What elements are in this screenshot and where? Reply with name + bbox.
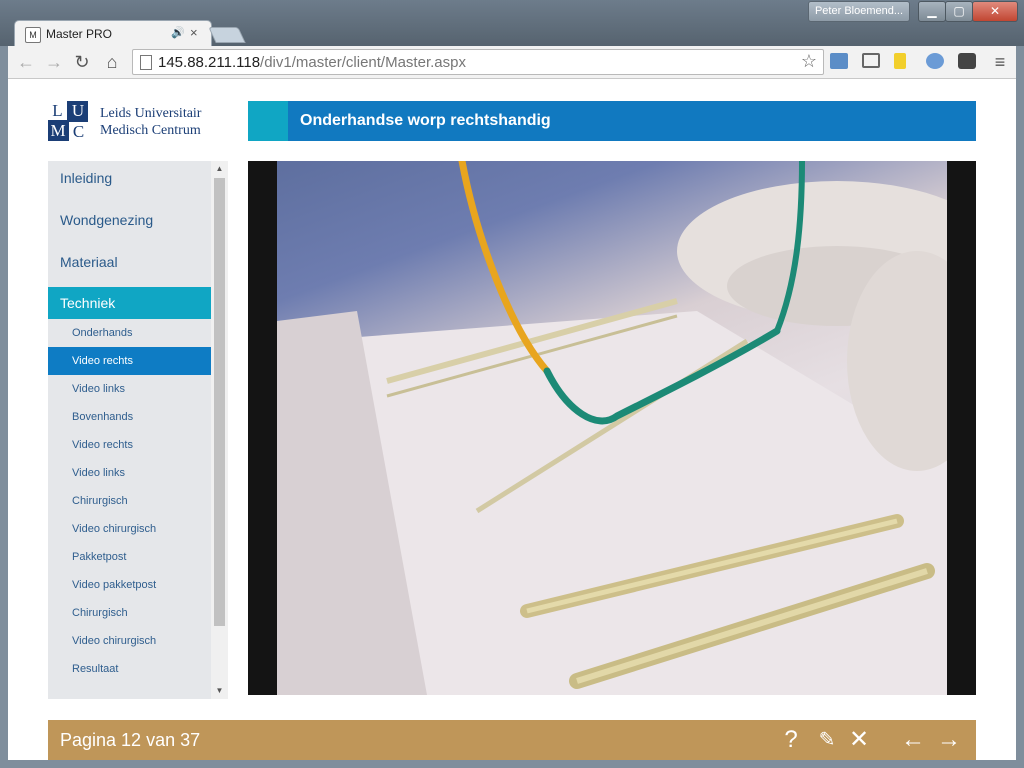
scroll-up-icon[interactable]: ▲ [211, 161, 228, 177]
pocket-icon[interactable] [958, 53, 976, 69]
minimize-button[interactable]: ▁ [918, 1, 946, 22]
video-frame [277, 161, 947, 695]
address-bar[interactable]: 145.88.211.118/div1/master/client/Master… [132, 49, 824, 75]
browser-toolbar: ← → ↻ ⌂ 145.88.211.118/div1/master/clien… [8, 46, 1016, 79]
cast-icon[interactable] [862, 53, 880, 68]
page-icon [140, 55, 152, 70]
help-icon[interactable]: ? [778, 726, 804, 754]
logo-text: Leids Universitair Medisch Centrum [100, 106, 202, 138]
home-button[interactable]: ⌂ [102, 52, 122, 72]
speaker-icon[interactable]: 🔊 [171, 26, 185, 39]
sidebar-subitem[interactable]: Chirurgisch [48, 487, 211, 515]
forward-button[interactable]: → [44, 52, 64, 72]
sidebar-subitem-active[interactable]: Video rechts [48, 347, 211, 375]
sidebar-item-techniek[interactable]: Techniek [48, 287, 211, 319]
sidebar-item-wondgenezing[interactable]: Wondgenezing [48, 203, 211, 245]
arrow-right-icon[interactable]: → [934, 726, 964, 754]
sidebar-subitem[interactable]: Pakketpost [48, 543, 211, 571]
back-button[interactable]: ← [16, 52, 36, 72]
sidebar-subitem[interactable]: Resultaat [48, 655, 211, 683]
sidebar-subitem[interactable]: Video chirurgisch [48, 515, 211, 543]
extension-note-icon[interactable] [894, 53, 906, 69]
window-border-left [0, 46, 8, 768]
new-tab-button[interactable] [208, 27, 246, 43]
bookmark-star-icon[interactable]: ☆ [801, 51, 817, 72]
video-player[interactable] [248, 161, 976, 695]
tab-close-button[interactable]: × [190, 25, 198, 40]
footer-bar: Pagina 12 van 37 ? ✎ ✕ ← → [48, 720, 976, 760]
window-border-bottom [0, 760, 1024, 768]
page-counter: Pagina 12 van 37 [60, 730, 201, 750]
window-border-right [1016, 46, 1024, 768]
url-text[interactable]: 145.88.211.118/div1/master/client/Master… [158, 54, 466, 71]
title-accent [248, 101, 288, 141]
sidebar-subitem[interactable]: Video pakketpost [48, 571, 211, 599]
close-window-button[interactable]: ✕ [972, 1, 1018, 22]
sidebar-subitem[interactable]: Video chirurgisch [48, 627, 211, 655]
close-icon[interactable]: ✕ [846, 726, 872, 754]
scroll-thumb[interactable] [214, 178, 225, 626]
sidebar-subitem[interactable]: Chirurgisch [48, 599, 211, 627]
sidebar-nav: Inleiding Wondgenezing Materiaal Technie… [48, 161, 211, 699]
sidebar-subitem[interactable]: Video rechts [48, 431, 211, 459]
sidebar-item-inleiding[interactable]: Inleiding [48, 161, 211, 203]
menu-icon[interactable]: ≡ [990, 52, 1010, 72]
sidebar-scrollbar[interactable]: ▲ ▼ [211, 161, 228, 699]
window-titlebar: M Master PRO 🔊 × Peter Bloemend... ▁ ▢ ✕ [0, 0, 1024, 49]
extension-globe-icon[interactable] [926, 53, 944, 69]
tab-title: Master PRO [46, 27, 113, 41]
logo-mark: L U M C [48, 101, 88, 141]
sidebar-subitem[interactable]: Video links [48, 459, 211, 487]
extension-window-icon[interactable] [830, 53, 848, 69]
video-still-image [277, 161, 947, 695]
favicon-icon: M [25, 27, 41, 43]
page-title-bar: Onderhandse worp rechtshandig [248, 101, 976, 141]
browser-tab[interactable]: M Master PRO 🔊 × [14, 20, 212, 49]
profile-button[interactable]: Peter Bloemend... [808, 1, 910, 22]
page-title: Onderhandse worp rechtshandig [300, 112, 551, 129]
page-content: L U M C Leids Universitair Medisch Centr… [8, 79, 1016, 760]
maximize-button[interactable]: ▢ [945, 1, 973, 22]
sidebar-subitem[interactable]: Video links [48, 375, 211, 403]
scroll-down-icon[interactable]: ▼ [211, 683, 228, 699]
arrow-left-icon[interactable]: ← [898, 726, 928, 754]
sidebar-subitem[interactable]: Bovenhands [48, 403, 211, 431]
reload-button[interactable]: ↻ [72, 52, 92, 72]
sidebar-item-materiaal[interactable]: Materiaal [48, 245, 211, 287]
sidebar-subitem[interactable]: Onderhands [48, 319, 211, 347]
notes-icon[interactable]: ✎ [814, 726, 840, 754]
